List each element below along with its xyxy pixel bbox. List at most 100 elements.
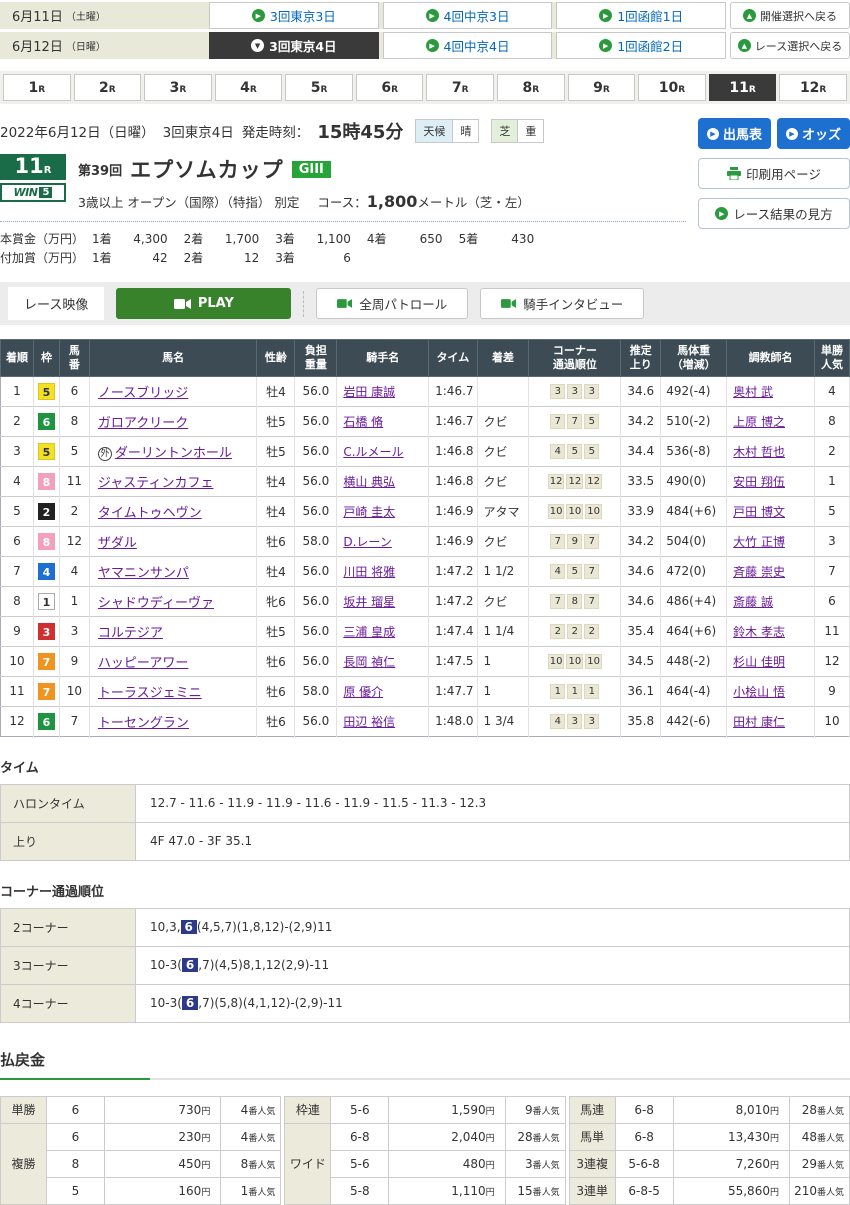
day-meeting-link[interactable]: ▶4回中京4日 bbox=[383, 32, 553, 59]
payout-amount: 8,010円 bbox=[673, 1096, 789, 1123]
race-badges: 11R WIN 5 bbox=[0, 154, 66, 211]
jockey-cell: 原 優介 bbox=[337, 676, 429, 706]
carried-weight: 56.0 bbox=[295, 706, 337, 736]
trainer-name-link[interactable]: 大竹 正博 bbox=[733, 535, 785, 549]
yen-suffix: 円 bbox=[770, 1107, 779, 1117]
horse-name-link[interactable]: ザダル bbox=[98, 536, 137, 551]
frame-cell: 6 bbox=[33, 706, 59, 736]
jockey-cell: 戸崎 圭太 bbox=[337, 496, 429, 526]
jockey-interview-button[interactable]: 騎手インタビュー bbox=[480, 288, 644, 319]
jockey-name-link[interactable]: 川田 将雅 bbox=[343, 565, 395, 579]
entry-table-button[interactable]: ▶出馬表 bbox=[698, 118, 771, 149]
trainer-name-link[interactable]: 小桧山 悟 bbox=[733, 685, 785, 699]
patrol-video-label: 全周パトロール bbox=[359, 294, 447, 313]
sex-age: 牡6 bbox=[257, 526, 295, 556]
day-meeting-link[interactable]: ▶1回函館2日 bbox=[556, 32, 726, 59]
race-condition-text: 3歳以上 オープン（国際）（特指） 別定 bbox=[78, 195, 299, 210]
day-meeting-link[interactable]: ▶1回函館1日 bbox=[556, 2, 726, 29]
race-tab-10r[interactable]: 10R bbox=[638, 74, 706, 101]
horse-name-link[interactable]: トーラスジェミニ bbox=[98, 686, 202, 701]
carried-weight: 56.0 bbox=[295, 616, 337, 646]
horse-name-link[interactable]: ガロアクリーク bbox=[98, 416, 188, 431]
horse-name-link[interactable]: コルテジア bbox=[98, 626, 163, 641]
horse-name-link[interactable]: トーセングラン bbox=[98, 716, 189, 731]
jockey-name-link[interactable]: 岩田 康誠 bbox=[343, 385, 395, 399]
trainer-cell: 安田 翔伍 bbox=[727, 466, 815, 496]
horse-name-link[interactable]: ノースブリッジ bbox=[98, 386, 188, 401]
frame-cell: 1 bbox=[33, 586, 59, 616]
jockey-name-link[interactable]: C.ルメール bbox=[343, 445, 403, 459]
prize-place: 3着 bbox=[275, 230, 295, 249]
odds-button[interactable]: ▶オッズ bbox=[777, 118, 850, 149]
back-to-meeting-button[interactable]: ▲開催選択へ戻る bbox=[730, 2, 850, 29]
horse-name-link[interactable]: シャドウディーヴァ bbox=[98, 596, 214, 611]
corner-position-value: 2 bbox=[584, 624, 599, 639]
trainer-name-link[interactable]: 木村 哲也 bbox=[733, 445, 785, 459]
trainer-name-link[interactable]: 斎藤 誠 bbox=[733, 595, 773, 609]
weather-value: 晴 bbox=[452, 120, 478, 142]
jockey-name-link[interactable]: 原 優介 bbox=[343, 685, 383, 699]
frame-number-badge: 5 bbox=[38, 383, 55, 400]
race-tab-suffix: R bbox=[38, 85, 45, 95]
patrol-video-button[interactable]: 全周パトロール bbox=[316, 288, 468, 319]
race-tab-8r[interactable]: 8R bbox=[497, 74, 565, 101]
jockey-name-link[interactable]: 田辺 裕信 bbox=[343, 715, 395, 729]
frame-number-badge: 7 bbox=[38, 653, 55, 670]
jockey-name-link[interactable]: 三浦 皇成 bbox=[343, 625, 395, 639]
payout-popularity: 8番人気 bbox=[221, 1150, 281, 1177]
arrow-right-icon: ▶ bbox=[252, 9, 265, 22]
jockey-cell: 横山 典弘 bbox=[337, 466, 429, 496]
horse-name-link[interactable]: ヤマニンサンパ bbox=[98, 566, 189, 581]
jockey-name-link[interactable]: 長岡 禎仁 bbox=[343, 655, 395, 669]
race-tab-9r[interactable]: 9R bbox=[568, 74, 636, 101]
trainer-name-link[interactable]: 杉山 佳明 bbox=[733, 655, 785, 669]
print-page-button[interactable]: 印刷用ページ bbox=[698, 158, 850, 189]
win-popularity: 1 bbox=[814, 466, 849, 496]
prize-place: 4着 bbox=[367, 230, 387, 249]
jockey-name-link[interactable]: 横山 典弘 bbox=[343, 475, 395, 489]
horse-name-link[interactable]: タイムトゥヘヴン bbox=[98, 506, 202, 521]
trainer-name-link[interactable]: 上原 博之 bbox=[733, 415, 785, 429]
horse-name-link[interactable]: ハッピーアワー bbox=[98, 656, 188, 671]
win-popularity: 11 bbox=[814, 616, 849, 646]
trainer-name-link[interactable]: 田村 康仁 bbox=[733, 715, 785, 729]
jockey-name-link[interactable]: D.レーン bbox=[343, 535, 391, 549]
result-guide-button[interactable]: ▶ レース結果の見方 bbox=[698, 198, 850, 229]
win-popularity: 2 bbox=[814, 436, 849, 466]
race-tab-4r[interactable]: 4R bbox=[215, 74, 283, 101]
sex-age: 牡6 bbox=[257, 706, 295, 736]
day-meeting-link[interactable]: ▼3回東京4日 bbox=[209, 32, 379, 59]
day-meeting-link[interactable]: ▶4回中京3日 bbox=[383, 2, 553, 29]
race-tab-3r[interactable]: 3R bbox=[144, 74, 212, 101]
trainer-name-link[interactable]: 奥村 武 bbox=[733, 385, 773, 399]
corner-position-value: 7 bbox=[550, 594, 565, 609]
day-meeting-link[interactable]: ▶3回東京3日 bbox=[209, 2, 379, 29]
trainer-name-link[interactable]: 鈴木 孝志 bbox=[733, 625, 785, 639]
jockey-name-link[interactable]: 石橋 脩 bbox=[343, 415, 383, 429]
jockey-name-link[interactable]: 坂井 瑠星 bbox=[343, 595, 395, 609]
trainer-name-link[interactable]: 安田 翔伍 bbox=[733, 475, 785, 489]
corner-label: 2コーナー bbox=[1, 908, 136, 946]
race-tab-11r[interactable]: 11R bbox=[709, 74, 777, 101]
race-tab-1r[interactable]: 1R bbox=[3, 74, 71, 101]
payout-combination: 6 bbox=[47, 1096, 105, 1123]
popularity-suffix: 番人気 bbox=[248, 1161, 275, 1171]
finish-position: 3 bbox=[1, 436, 34, 466]
race-tab-2r[interactable]: 2R bbox=[74, 74, 142, 101]
race-tab-12r[interactable]: 12R bbox=[779, 74, 847, 101]
jockey-name-link[interactable]: 戸崎 圭太 bbox=[343, 505, 395, 519]
race-tab-7r[interactable]: 7R bbox=[426, 74, 494, 101]
race-tab-6r[interactable]: 6R bbox=[356, 74, 424, 101]
horse-name-link[interactable]: ダーリントンホール bbox=[115, 446, 232, 461]
prize-main-line: 本賞金（万円）1着4,3002着1,7003着1,1004着6505着430 bbox=[0, 230, 686, 249]
horse-name-link[interactable]: ジャスティンカフェ bbox=[98, 476, 214, 491]
trainer-name-link[interactable]: 斉藤 崇史 bbox=[733, 565, 785, 579]
payout-table-bracket-wide: 枠連5-61,590円9番人気ワイド6-82,040円28番人気5-6480円3… bbox=[284, 1096, 565, 1205]
race-tab-5r[interactable]: 5R bbox=[285, 74, 353, 101]
corner-position-value: 10 bbox=[585, 504, 602, 519]
trainer-name-link[interactable]: 戸田 博文 bbox=[733, 505, 785, 519]
back-to-race-button[interactable]: ▲レース選択へ戻る bbox=[730, 32, 850, 59]
prize-label: 本賞金（万円） bbox=[0, 230, 92, 249]
play-button[interactable]: PLAY bbox=[116, 288, 291, 319]
win5-five: 5 bbox=[39, 187, 52, 198]
